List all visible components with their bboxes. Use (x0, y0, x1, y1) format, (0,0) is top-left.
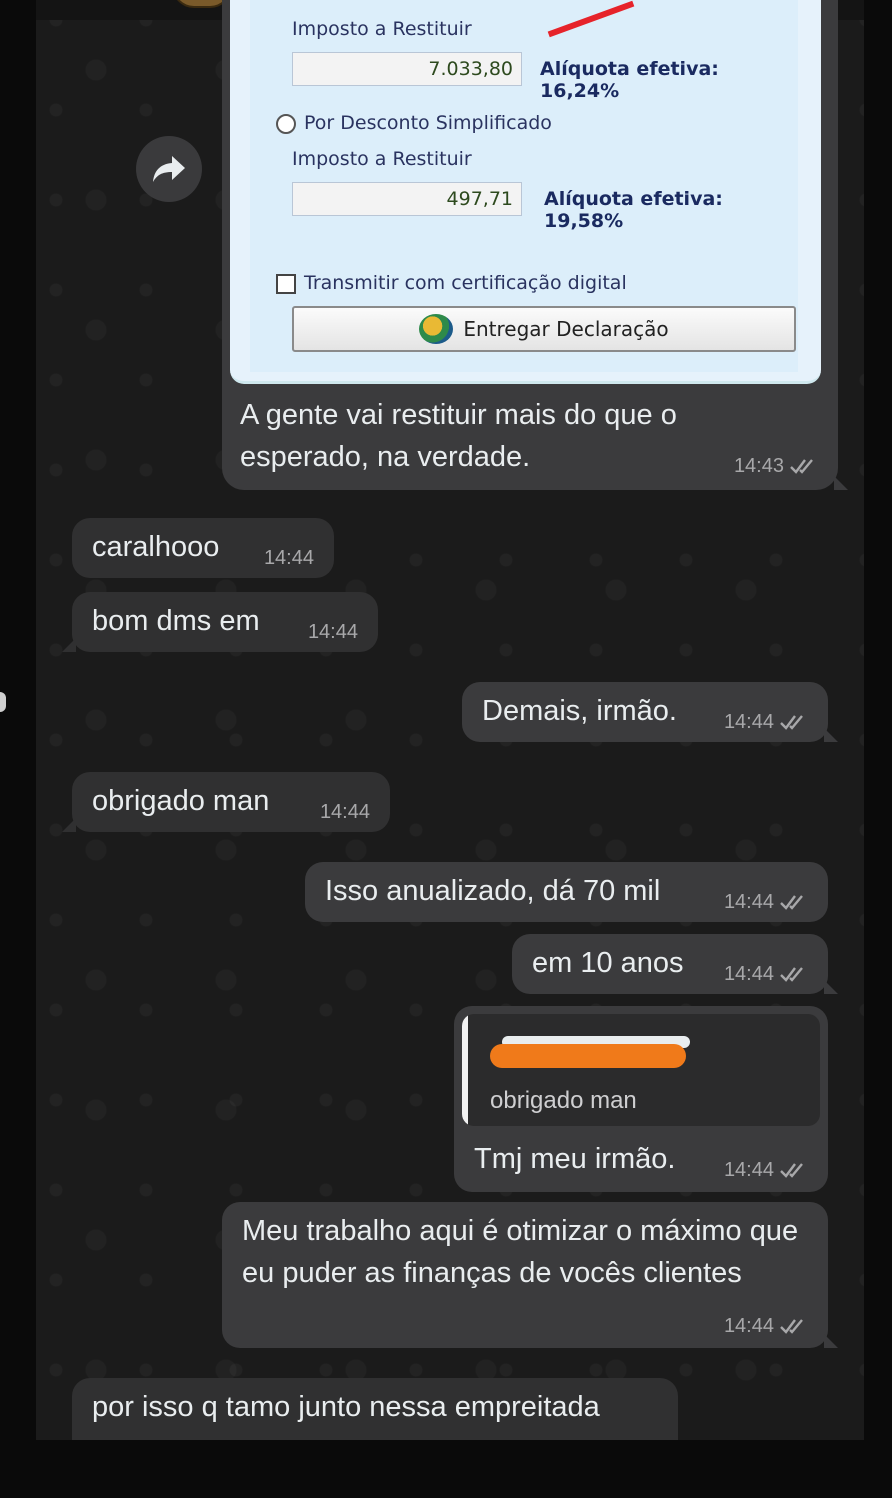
message-text: Meu trabalho aqui é otimizar o máximo qu… (242, 1215, 799, 1289)
double-check-icon (780, 1163, 803, 1178)
double-check-icon (790, 459, 813, 474)
message-text: Demais, irmão. (482, 695, 677, 727)
message-meta: 14:44 (724, 892, 808, 912)
message-text: bom dms em (92, 605, 260, 637)
imposto-value-2: 497,71 (292, 182, 522, 216)
message-text: Tmj meu irmão. (474, 1143, 676, 1175)
message-bubble-incoming[interactable]: obrigado man 14:44 (62, 772, 390, 832)
aliquota-2: Alíquota efetiva: 19,58% (544, 188, 723, 232)
message-bubble-outgoing[interactable]: Isso anualizado, dá 70 mil 14:44 (305, 862, 828, 922)
message-time: 14:44 (307, 621, 358, 643)
forward-arrow-icon (153, 156, 185, 182)
quoted-message[interactable]: obrigado man (462, 1014, 820, 1126)
message-bubble-incoming[interactable]: bom dms em 14:44 (62, 592, 378, 652)
imposto-label-2: Imposto a Restituir (292, 148, 472, 170)
double-check-icon (780, 715, 803, 730)
forward-button[interactable] (136, 136, 202, 202)
message-text: por isso q tamo junto nessa empreitada (92, 1391, 600, 1423)
radio-simplificado[interactable] (276, 114, 296, 134)
redacted-sender-name (490, 1044, 686, 1068)
message-time: 14:44 (723, 963, 774, 985)
red-arrow-annotation (547, 0, 635, 38)
double-check-icon (780, 895, 803, 910)
tax-screenshot-image[interactable]: Imposto a Restituir 7.033,80 Alíquota ef… (230, 0, 821, 384)
message-meta: 14:44 (308, 622, 358, 642)
message-meta: 14:44 (320, 802, 370, 822)
imposto-label-1: Imposto a Restituir (292, 18, 472, 40)
globe-icon (419, 314, 454, 344)
option-simplificado-label: Por Desconto Simplificado (304, 112, 552, 134)
edge-handle (0, 692, 6, 712)
message-meta: 14:44 (264, 548, 314, 568)
double-check-icon (780, 1319, 803, 1334)
message-time: 14:44 (723, 891, 774, 913)
message-meta: 14:44 (724, 964, 808, 984)
message-meta: 14:44 (724, 1160, 808, 1180)
message-text: Isso anualizado, dá 70 mil (325, 875, 661, 907)
message-time: 14:44 (263, 547, 314, 569)
message-bubble-incoming[interactable]: caralhooo 14:44 (72, 518, 334, 578)
checkbox-label: Transmitir com certificação digital (304, 272, 627, 294)
message-time: 14:44 (319, 801, 370, 823)
message-meta: 14:43 (734, 456, 818, 476)
message-text: A gente vai restituir mais do que o espe… (240, 399, 677, 473)
aliquota-1: Alíquota efetiva: 16,24% (540, 58, 719, 102)
message-time: 14:43 (733, 455, 784, 477)
message-text: obrigado man (92, 785, 270, 817)
reply-message-bubble[interactable]: obrigado man Tmj meu irmão. 14:44 (454, 1006, 828, 1192)
imposto-value-1: 7.033,80 (292, 52, 522, 86)
message-meta: 14:44 (724, 712, 808, 732)
declaration-panel: Imposto a Restituir 7.033,80 Alíquota ef… (250, 0, 798, 372)
message-time: 14:44 (723, 1159, 774, 1181)
entregar-button-label: Entregar Declaração (463, 317, 669, 341)
message-bubble-outgoing[interactable]: Demais, irmão. 14:44 (462, 682, 838, 742)
quoted-text: obrigado man (490, 1087, 637, 1114)
checkbox-certificacao[interactable] (276, 274, 296, 294)
double-check-icon (780, 967, 803, 982)
image-message-bubble[interactable]: Imposto a Restituir 7.033,80 Alíquota ef… (222, 0, 848, 490)
message-bubble-outgoing[interactable]: Meu trabalho aqui é otimizar o máximo qu… (222, 1202, 838, 1348)
quote-bar (462, 1014, 468, 1126)
message-text: caralhooo (92, 531, 220, 563)
entregar-declaracao-button[interactable]: Entregar Declaração (292, 306, 796, 352)
message-meta: 14:44 (724, 1316, 808, 1336)
message-time: 14:44 (723, 1315, 774, 1337)
message-bubble-outgoing[interactable]: em 10 anos 14:44 (512, 934, 838, 994)
message-time: 14:44 (723, 711, 774, 733)
message-text: em 10 anos (532, 947, 684, 979)
message-bubble-incoming[interactable]: por isso q tamo junto nessa empreitada (72, 1378, 678, 1440)
